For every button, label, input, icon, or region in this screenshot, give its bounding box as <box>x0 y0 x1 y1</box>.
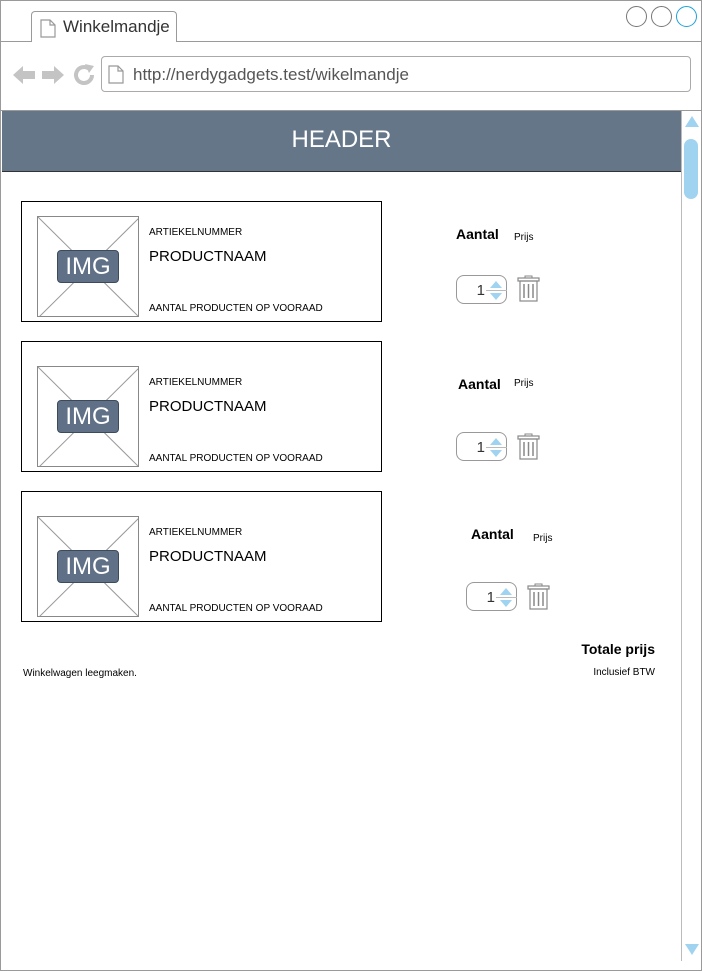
doc-icon <box>40 19 56 43</box>
increment-arrow-icon[interactable] <box>490 281 502 288</box>
navigation-bar: http://nerdygadgets.test/wikelmandje <box>1 42 701 111</box>
browser-tab[interactable]: Winkelmandje <box>31 11 177 42</box>
product-name[interactable]: PRODUCTNAAM <box>149 398 267 415</box>
vat-note: Inclusief BTW <box>593 667 655 678</box>
back-arrow-icon[interactable] <box>12 63 36 92</box>
reload-icon[interactable] <box>72 63 96 92</box>
cart-item-card: IMG ARTIEKELNUMMER PRODUCTNAAM AANTAL PR… <box>21 341 382 472</box>
article-number: ARTIEKELNUMMER <box>149 527 243 538</box>
trash-icon[interactable] <box>517 433 540 460</box>
decrement-arrow-icon[interactable] <box>500 600 512 607</box>
price-label: Prijs <box>533 533 553 544</box>
total-price-label: Totale prijs <box>581 641 655 657</box>
trash-icon[interactable] <box>517 275 540 302</box>
increment-arrow-icon[interactable] <box>500 588 512 595</box>
price-label: Prijs <box>514 378 534 389</box>
quantity-label: Aantal <box>458 376 501 392</box>
quantity-value: 1 <box>476 439 485 456</box>
trash-icon[interactable] <box>527 583 550 610</box>
maximize-button[interactable] <box>651 6 672 27</box>
stock-text: AANTAL PRODUCTEN OP VOORAAD <box>149 303 323 314</box>
quantity-label: Aantal <box>456 226 499 242</box>
forward-arrow-icon[interactable] <box>41 63 65 92</box>
quantity-label: Aantal <box>471 526 514 542</box>
quantity-value: 1 <box>476 282 485 299</box>
vertical-scrollbar[interactable] <box>681 111 701 961</box>
price-label: Prijs <box>514 232 534 243</box>
cart-item-card: IMG ARTIEKELNUMMER PRODUCTNAAM AANTAL PR… <box>21 491 382 622</box>
image-label: IMG <box>57 400 119 433</box>
stock-text: AANTAL PRODUCTEN OP VOORAAD <box>149 453 323 464</box>
tab-title: Winkelmandje <box>63 17 170 36</box>
article-number: ARTIEKELNUMMER <box>149 377 243 388</box>
empty-cart-link[interactable]: Winkelwagen leegmaken. <box>23 668 137 679</box>
address-bar[interactable]: http://nerdygadgets.test/wikelmandje <box>101 56 691 92</box>
url-text: http://nerdygadgets.test/wikelmandje <box>133 65 409 84</box>
decrement-arrow-icon[interactable] <box>490 293 502 300</box>
header-title: HEADER <box>291 126 392 153</box>
decrement-arrow-icon[interactable] <box>490 450 502 457</box>
stock-text: AANTAL PRODUCTEN OP VOORAAD <box>149 603 323 614</box>
browser-window: Winkelmandje http://nerdygadgets.test/wi… <box>0 0 702 971</box>
product-image-placeholder: IMG <box>37 216 139 317</box>
quantity-value: 1 <box>486 589 495 606</box>
tab-bar: Winkelmandje <box>1 1 701 42</box>
increment-arrow-icon[interactable] <box>490 438 502 445</box>
quantity-stepper[interactable]: 1 <box>466 582 517 611</box>
quantity-stepper[interactable]: 1 <box>456 275 507 304</box>
cart-item-card: IMG ARTIEKELNUMMER PRODUCTNAAM AANTAL PR… <box>21 201 382 322</box>
scroll-down-icon[interactable] <box>685 944 699 955</box>
image-label: IMG <box>57 250 119 283</box>
product-name[interactable]: PRODUCTNAAM <box>149 248 267 265</box>
scroll-up-icon[interactable] <box>685 116 699 127</box>
article-number: ARTIEKELNUMMER <box>149 227 243 238</box>
product-image-placeholder: IMG <box>37 516 139 617</box>
close-button[interactable] <box>676 6 697 27</box>
doc-icon <box>108 65 124 89</box>
scroll-thumb[interactable] <box>684 139 698 199</box>
quantity-stepper[interactable]: 1 <box>456 432 507 461</box>
product-image-placeholder: IMG <box>37 366 139 467</box>
minimize-button[interactable] <box>626 6 647 27</box>
page-header: HEADER <box>2 111 681 172</box>
product-name[interactable]: PRODUCTNAAM <box>149 548 267 565</box>
image-label: IMG <box>57 550 119 583</box>
